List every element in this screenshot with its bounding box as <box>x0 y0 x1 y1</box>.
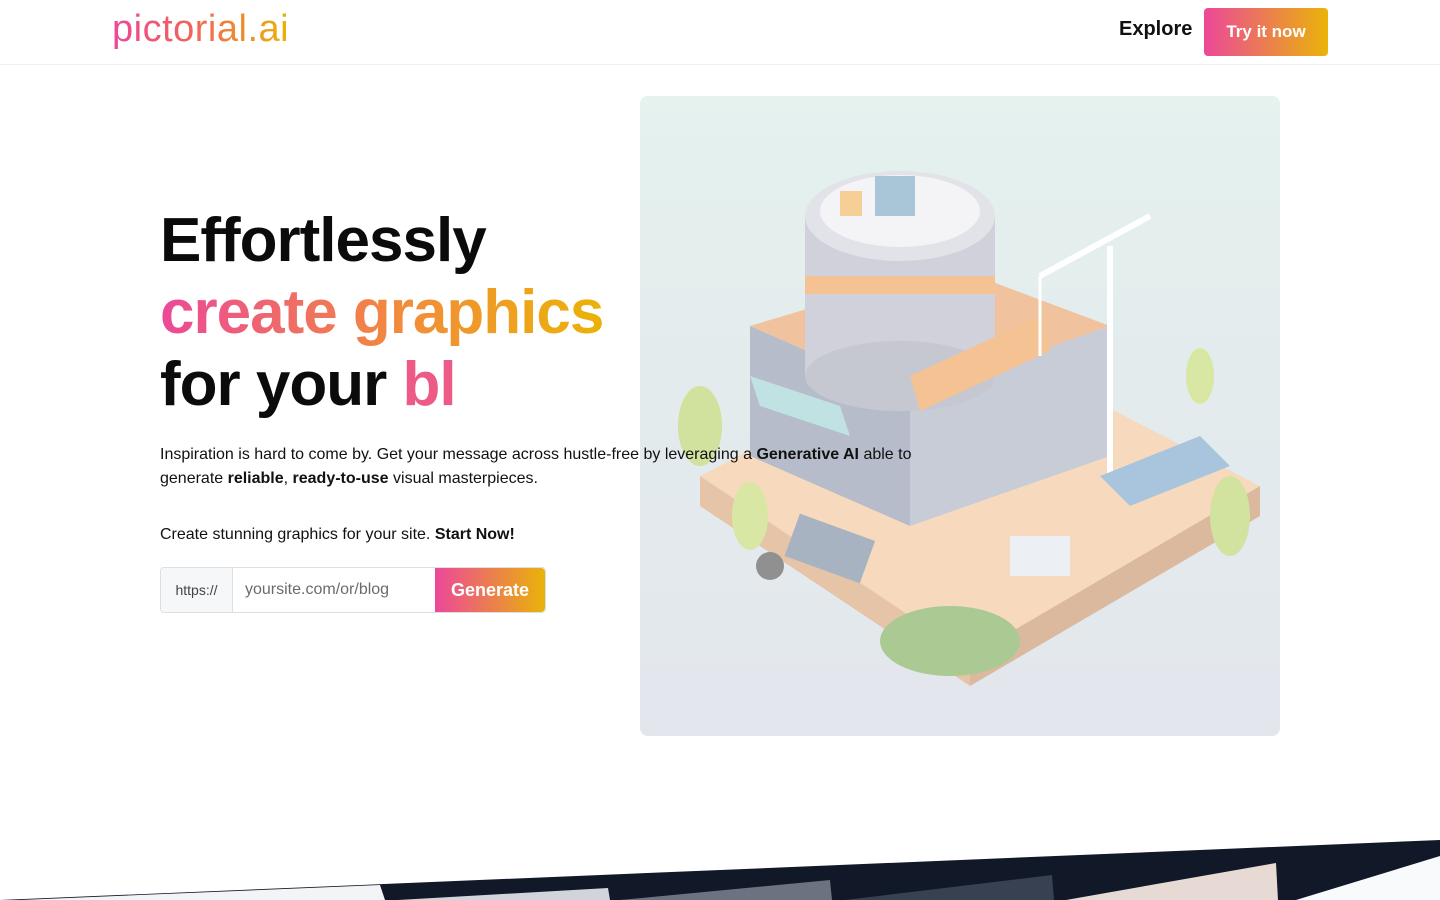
hero-headline: Effortlessly create graphics for your bl <box>160 205 604 421</box>
try-it-now-button[interactable]: Try it now <box>1204 8 1328 56</box>
cta-start-now: Start Now! <box>434 526 515 543</box>
desc-bold-generative-ai: Generative AI <box>756 446 859 463</box>
cta-text: Create stunning graphics for your site. … <box>160 523 515 547</box>
site-url-input[interactable] <box>233 568 435 612</box>
desc-bold-reliable: reliable <box>227 470 284 487</box>
hero-image-overlay <box>640 96 1280 736</box>
top-navbar: pictorial.ai Explore Try it now <box>0 0 1440 65</box>
headline-line-2: create graphics <box>160 278 604 347</box>
nav-explore-link[interactable]: Explore <box>1119 18 1192 41</box>
headline-line-3-prefix: for your <box>160 350 403 419</box>
gallery-thumb-1 <box>20 885 385 900</box>
hero-illustration <box>640 96 1280 736</box>
desc-text-4: visual masterpieces. <box>388 470 538 487</box>
url-generate-form: https:// Generate <box>160 567 546 613</box>
gallery-carousel <box>0 840 1440 900</box>
headline-line-1: Effortlessly <box>160 206 487 275</box>
desc-bold-ready-to-use: ready-to-use <box>292 470 389 487</box>
gallery-strip <box>0 830 1440 900</box>
logo[interactable]: pictorial.ai <box>112 8 289 51</box>
desc-text-1: Inspiration is hard to come by. Get your… <box>160 446 757 463</box>
headline-line-3: for your bl <box>160 349 603 421</box>
desc-text-3: , <box>283 470 293 487</box>
cta-text-body: Create stunning graphics for your site. <box>160 526 435 543</box>
url-prefix-label: https:// <box>161 568 233 612</box>
hero-description: Inspiration is hard to come by. Get your… <box>160 443 960 491</box>
generate-button[interactable]: Generate <box>435 568 545 612</box>
headline-typed-word: bl <box>402 350 456 419</box>
